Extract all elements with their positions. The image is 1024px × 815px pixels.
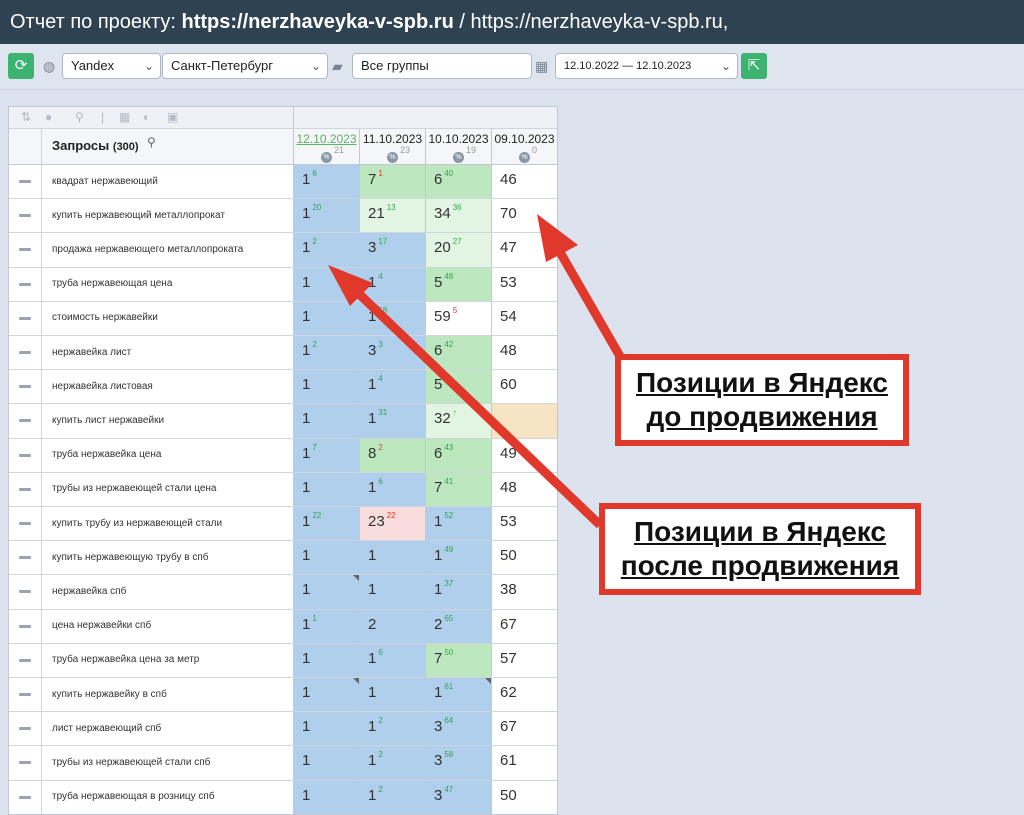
callout-after-line2: после продвижения <box>620 550 900 581</box>
callout-after-line1: Позиции в Яндекс <box>634 516 886 547</box>
arrow-after-shaft <box>351 286 604 529</box>
callout-before-line1: Позиции в Яндекс <box>636 367 888 398</box>
arrow-before-head <box>537 214 578 262</box>
callout-after-promotion: Позиции в Яндекс после продвижения <box>599 503 921 595</box>
callout-before-promotion: Позиции в Яндекс до продвижения <box>615 354 909 446</box>
callout-before-line2: до продвижения <box>646 401 878 432</box>
arrow-before-shaft <box>549 237 629 368</box>
